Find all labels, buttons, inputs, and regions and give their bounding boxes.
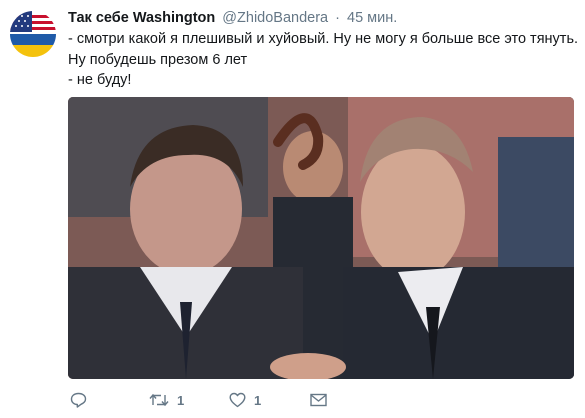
tweet-content: Так себе Washington @ZhidoBandera · 45 м…: [68, 8, 579, 91]
envelope-icon: [310, 393, 327, 407]
like-button[interactable]: 1: [229, 389, 261, 411]
retweet-icon: [149, 393, 169, 407]
tweet-text: - смотри какой я плешивый и хуйовый. Ну …: [68, 29, 579, 91]
avatar[interactable]: [10, 11, 56, 57]
tweet-header: Так себе Washington @ZhidoBandera · 45 м…: [68, 8, 577, 28]
tweet-text-line: Ну побудешь презом 6 лет: [68, 51, 248, 68]
avatar-flag-image: [10, 11, 56, 57]
retweet-button[interactable]: 1: [149, 389, 184, 411]
heart-icon: [229, 392, 246, 408]
separator-dot: ·: [335, 10, 340, 26]
direct-message-button[interactable]: [310, 389, 327, 411]
reply-button[interactable]: [70, 389, 87, 411]
tweet-timestamp[interactable]: 45 мин.: [347, 10, 397, 26]
photo-illustration: [68, 97, 574, 379]
tweet-card[interactable]: Так себе Washington @ZhidoBandera · 45 м…: [0, 0, 585, 418]
like-count: 1: [254, 392, 262, 408]
author-handle[interactable]: @ZhidoBandera: [222, 10, 328, 26]
tweet-text-line: - не буду!: [68, 72, 132, 88]
retweet-count: 1: [177, 392, 185, 408]
reply-icon: [70, 392, 87, 408]
tweet-text-line: - смотри какой я плешивый и хуйовый. Ну …: [68, 31, 579, 47]
author-name[interactable]: Так себе Washington: [68, 10, 215, 26]
tweet-photo[interactable]: [68, 97, 574, 379]
